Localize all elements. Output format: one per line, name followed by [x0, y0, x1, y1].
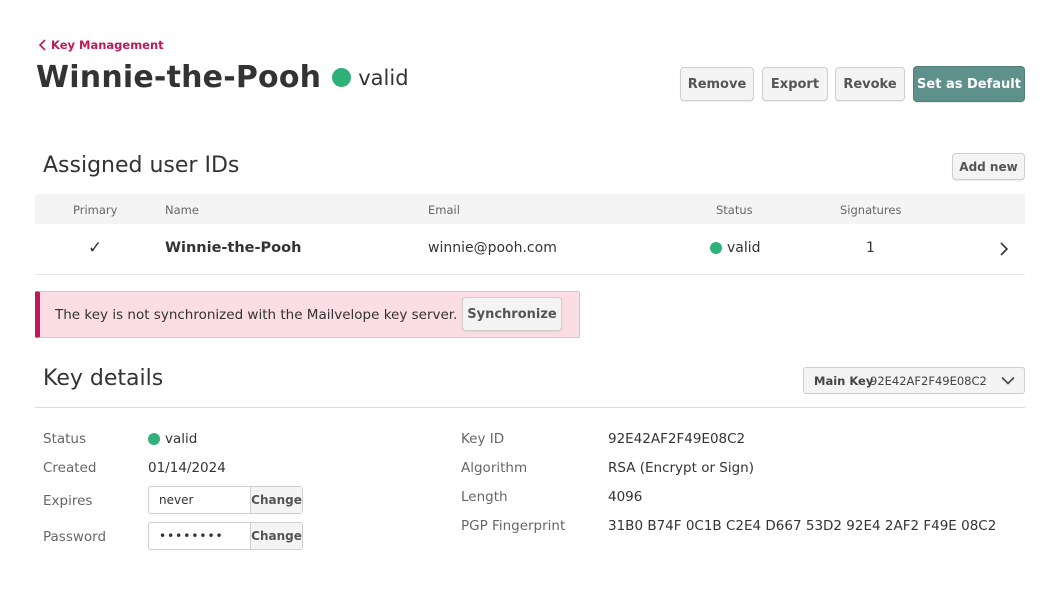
user-email: winnie@pooh.com: [428, 240, 557, 256]
chevron-down-icon: [1001, 376, 1015, 385]
user-status: valid: [710, 240, 761, 256]
expires-change-button[interactable]: Change: [250, 487, 302, 513]
set-default-button[interactable]: Set as Default: [913, 66, 1025, 102]
revoke-button[interactable]: Revoke: [835, 67, 905, 101]
remove-button[interactable]: Remove: [680, 67, 754, 101]
key-selector[interactable]: Main Key 92E42AF2F49E08C2: [803, 367, 1025, 394]
back-link-label: Key Management: [51, 38, 164, 52]
divider: [35, 407, 1025, 408]
status-value-label: valid: [165, 431, 198, 447]
status-dot-icon: [332, 68, 352, 87]
status-dot-icon: [710, 242, 722, 254]
status-value: valid: [148, 431, 197, 447]
chevron-left-icon: [38, 39, 46, 51]
algorithm-label: Algorithm: [461, 460, 528, 476]
key-name: Winnie-the-Pooh: [36, 60, 322, 95]
key-status: valid: [358, 65, 409, 90]
expires-group: Change: [148, 486, 303, 514]
key-details-title: Key details: [43, 366, 164, 391]
length-label: Length: [461, 489, 508, 505]
fingerprint-value: 31B0 B74F 0C1B C2E4 D667 53D2 92E4 2AF2 …: [608, 518, 997, 534]
user-ids-title: Assigned user IDs: [43, 153, 240, 178]
table-row[interactable]: ✓ Winnie-the-Pooh winnie@pooh.com valid …: [35, 224, 1025, 275]
back-link[interactable]: Key Management: [38, 38, 164, 52]
sync-alert-text: The key is not synchronized with the Mai…: [55, 307, 458, 323]
col-email: Email: [428, 203, 460, 217]
keyid-value: 92E42AF2F49E08C2: [608, 431, 746, 447]
created-value: 01/14/2024: [148, 460, 226, 476]
algorithm-value: RSA (Encrypt or Sign): [608, 460, 755, 476]
table-header: Primary Name Email Status Signatures: [35, 194, 1025, 224]
keyid-label: Key ID: [461, 431, 505, 447]
password-label: Password: [43, 529, 107, 545]
col-primary: Primary: [73, 203, 118, 217]
length-value: 4096: [608, 489, 643, 505]
expires-label: Expires: [43, 493, 93, 509]
col-signatures: Signatures: [840, 203, 902, 217]
chevron-right-icon: [1000, 242, 1009, 256]
fingerprint-label: PGP Fingerprint: [461, 518, 566, 534]
export-button[interactable]: Export: [762, 67, 828, 101]
user-signatures: 1: [866, 240, 875, 256]
user-name: Winnie-the-Pooh: [165, 240, 302, 256]
add-new-button[interactable]: Add new: [952, 153, 1025, 180]
status-dot-icon: [148, 433, 160, 445]
password-field[interactable]: [149, 523, 250, 549]
password-group: Change: [148, 522, 303, 550]
status-label: Status: [43, 431, 87, 447]
col-name: Name: [165, 203, 199, 217]
key-selector-type: Main Key: [814, 374, 874, 388]
sync-alert: The key is not synchronized with the Mai…: [35, 291, 580, 338]
primary-check-icon: ✓: [88, 238, 103, 258]
expires-field[interactable]: [149, 487, 250, 513]
key-selector-id: 92E42AF2F49E08C2: [870, 374, 987, 388]
user-status-label: valid: [727, 240, 761, 256]
password-change-button[interactable]: Change: [250, 523, 302, 549]
created-label: Created: [43, 460, 97, 476]
col-status: Status: [716, 203, 753, 217]
page-title: Winnie-the-Pooh valid: [36, 60, 409, 95]
synchronize-button[interactable]: Synchronize: [462, 297, 562, 331]
